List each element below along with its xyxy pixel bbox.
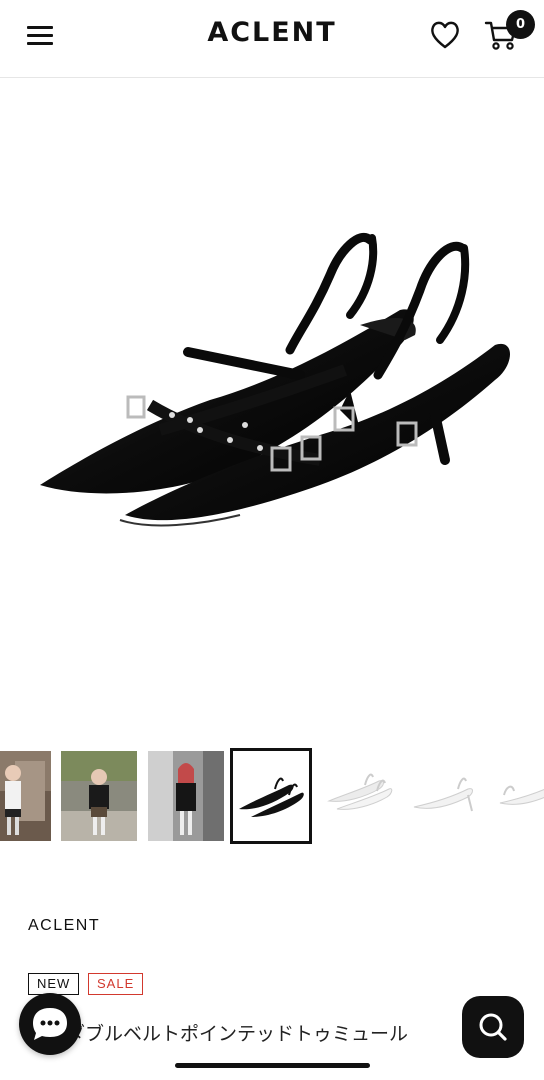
product-title: ダブルベルトポインテッドトゥミュール	[66, 1023, 409, 1045]
thumbnail-1[interactable]	[0, 751, 51, 841]
site-logo[interactable]: ACLENT	[0, 17, 544, 48]
thumbnail-strip	[0, 748, 544, 846]
cart-count-badge: 0	[506, 10, 535, 39]
home-indicator	[175, 1063, 370, 1068]
thumbnail-6[interactable]	[410, 751, 486, 841]
thumbnail-2[interactable]	[61, 751, 137, 841]
chat-button[interactable]	[19, 993, 81, 1055]
sale-badge: SALE	[88, 973, 144, 995]
heart-icon[interactable]	[429, 20, 461, 50]
chat-icon	[33, 1008, 67, 1040]
thumbnail-5[interactable]	[323, 751, 399, 841]
search-icon	[479, 1013, 507, 1041]
site-header: ACLENT 0	[0, 0, 544, 78]
search-button[interactable]	[462, 996, 524, 1058]
thumbnail-7[interactable]	[496, 751, 544, 841]
product-brand[interactable]: ACLENT	[28, 917, 100, 935]
new-badge: NEW	[28, 973, 80, 995]
thumbnail-3[interactable]	[148, 751, 224, 841]
thumbnail-4[interactable]	[230, 748, 312, 844]
product-main-image[interactable]	[0, 90, 544, 730]
